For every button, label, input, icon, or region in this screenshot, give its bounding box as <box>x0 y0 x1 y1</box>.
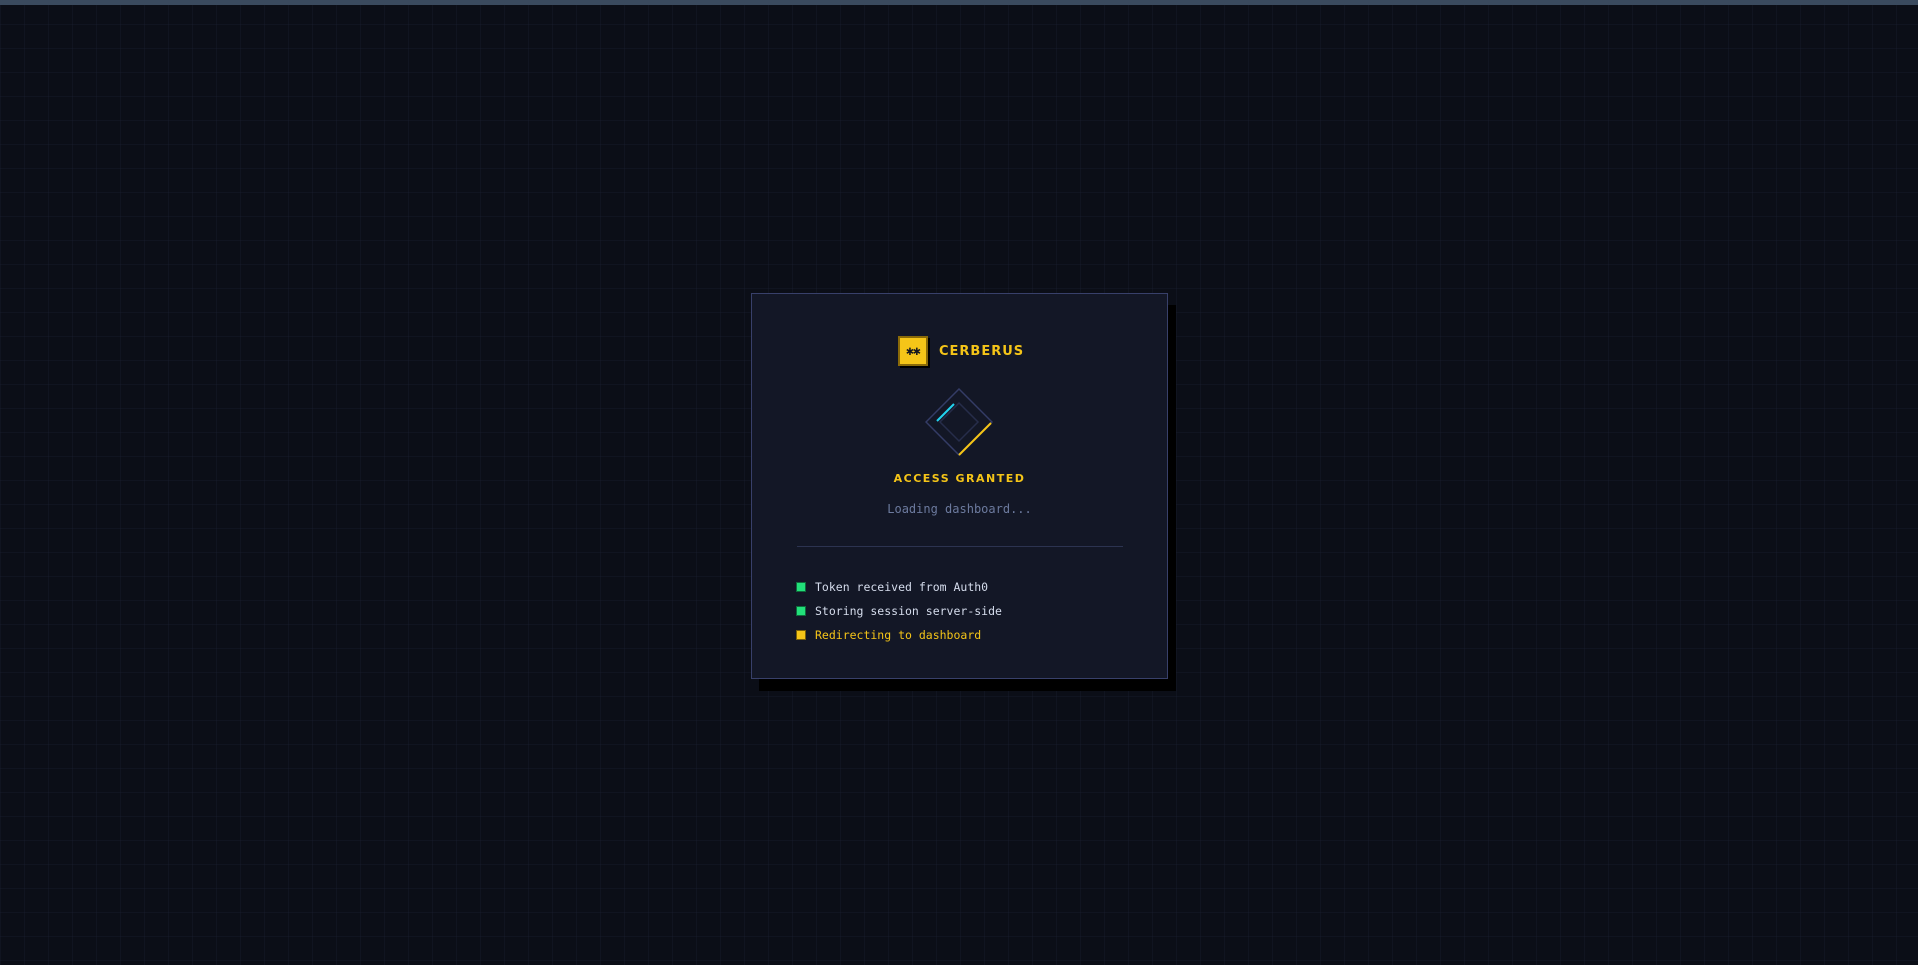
diamond-spinner-icon <box>925 388 993 456</box>
step-done-indicator-icon <box>797 607 805 615</box>
status-subtitle: Loading dashboard... <box>887 502 1032 516</box>
auth-callback-card: ✱✱ CERBERUS ACCESS GRANTED Loading dashb… <box>751 293 1168 679</box>
brand-name: CERBERUS <box>939 343 1025 359</box>
step-token-received: Token received from Auth0 <box>797 575 1002 599</box>
step-label: Storing session server-side <box>815 604 1002 618</box>
step-label: Redirecting to dashboard <box>815 628 982 642</box>
step-active-indicator-icon <box>797 631 805 639</box>
status-title: ACCESS GRANTED <box>893 472 1026 485</box>
brand-header: ✱✱ CERBERUS <box>898 335 1024 367</box>
step-redirecting: Redirecting to dashboard <box>797 623 1002 647</box>
divider <box>797 546 1123 547</box>
step-done-indicator-icon <box>797 583 805 591</box>
step-label: Token received from Auth0 <box>815 580 989 594</box>
cerberus-logo-icon: ✱✱ <box>898 336 928 366</box>
progress-steps-list: Token received from Auth0 Storing sessio… <box>797 575 1002 647</box>
top-status-strip <box>0 0 1918 5</box>
step-storing-session: Storing session server-side <box>797 599 1002 623</box>
